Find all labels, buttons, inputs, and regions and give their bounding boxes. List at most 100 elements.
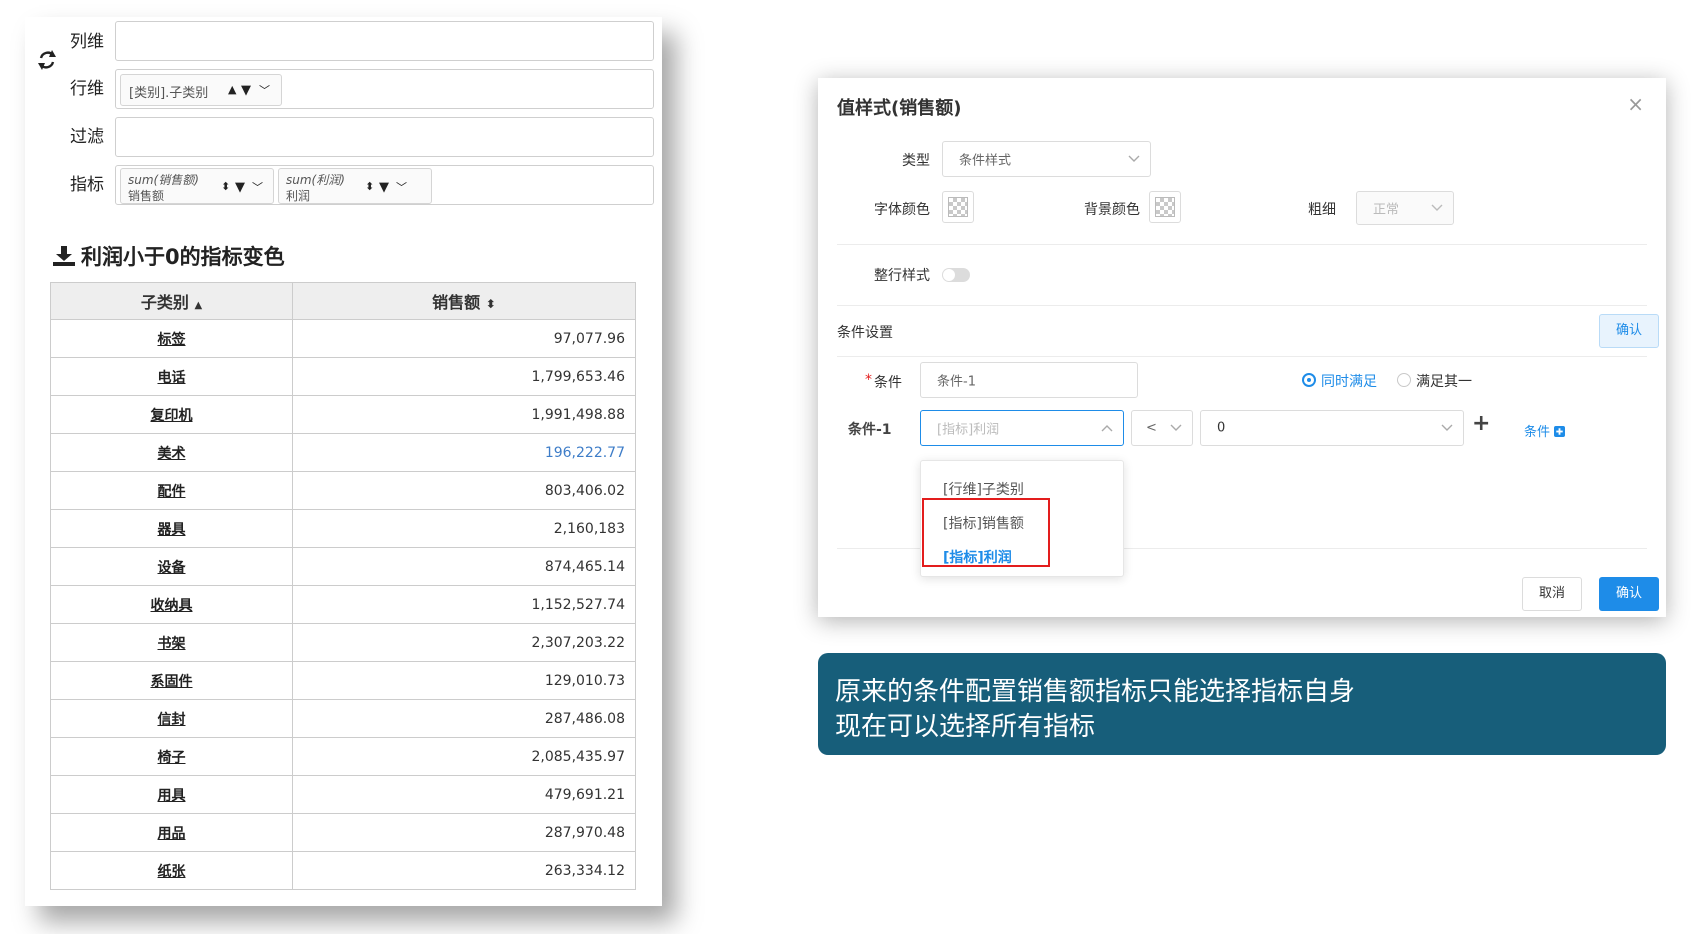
metric-tag-sales[interactable]: sum(销售额) 销售额 ⬍ ▼ ﹀ <box>120 168 274 204</box>
radio-any-match[interactable] <box>1397 373 1411 387</box>
transparent-swatch-icon <box>1155 197 1175 217</box>
sales-cell: 287,970.48 <box>292 813 636 852</box>
metric-tag-expr: sum(利润) <box>286 173 345 187</box>
row-style-toggle[interactable] <box>942 268 970 282</box>
dropdown-option[interactable]: [行维]子类别 <box>943 479 1024 499</box>
add-cond-link[interactable]: 条件 <box>1524 421 1566 440</box>
subcategory-cell[interactable]: 电话 <box>50 357 293 396</box>
filter-icon[interactable]: ▼ <box>379 180 389 195</box>
chevron-down-icon <box>1441 424 1453 431</box>
table-row: 纸张 263,334.12 <box>50 851 636 890</box>
subcategory-cell[interactable]: 信封 <box>50 699 293 738</box>
pivot-panel: 列维 行维 [类别].子类别 ▲ ▼ ﹀ 过滤 指标 sum(销售额) 销售额 … <box>25 17 662 906</box>
subcategory-cell[interactable]: 用具 <box>50 775 293 814</box>
subcategory-cell[interactable]: 用品 <box>50 813 293 852</box>
table-row: 电话 1,799,653.46 <box>50 357 636 396</box>
subcategory-cell[interactable]: 配件 <box>50 471 293 510</box>
download-icon[interactable] <box>53 246 75 266</box>
cond-label: 条件 <box>874 375 902 391</box>
metric-dropzone[interactable]: sum(销售额) 销售额 ⬍ ▼ ﹀ sum(利润) 利润 ⬍ ▼ ﹀ <box>115 165 654 205</box>
cond1-label: 条件-1 <box>848 422 892 438</box>
subcategory-cell[interactable]: 标签 <box>50 319 293 358</box>
column-header-sales[interactable]: 销售额 ⬍ <box>292 282 636 320</box>
value-style-dialog: 值样式(销售额) × 类型 条件样式 字体颜色 背景颜色 粗细 正常 整行样式 … <box>818 78 1666 617</box>
cond-name-value: 条件-1 <box>937 374 976 390</box>
radio-all-match-label[interactable]: 同时满足 <box>1321 371 1377 391</box>
chevron-down-icon[interactable]: ﹀ <box>252 179 263 195</box>
table-row: 系固件 129,010.73 <box>50 661 636 700</box>
subcategory-cell[interactable]: 美术 <box>50 433 293 472</box>
cond-name-input[interactable]: 条件-1 <box>920 362 1138 398</box>
sort-icon[interactable]: ⬍ <box>365 180 374 193</box>
type-select[interactable]: 条件样式 <box>942 141 1151 177</box>
radio-any-match-label[interactable]: 满足其一 <box>1416 371 1472 391</box>
table-row: 用品 287,970.48 <box>50 813 636 852</box>
subcategory-cell[interactable]: 器具 <box>50 509 293 548</box>
add-plus-icon[interactable]: + <box>1472 411 1490 436</box>
note-banner: 原来的条件配置销售额指标只能选择指标自身 现在可以选择所有指标 <box>818 653 1666 755</box>
confirm-button[interactable]: 确认 <box>1599 577 1659 611</box>
subcategory-cell[interactable]: 椅子 <box>50 737 293 776</box>
table-row: 配件 803,406.02 <box>50 471 636 510</box>
table-row: 标签 97,077.96 <box>50 319 636 358</box>
row-dim-tag[interactable]: [类别].子类别 ▲ ▼ ﹀ <box>120 74 282 106</box>
chevron-down-icon[interactable]: ﹀ <box>259 82 270 98</box>
cond-settings-label: 条件设置 <box>837 325 893 341</box>
data-table: 子类别 ▲ 销售额 ⬍ 标签 97,077.96 电话 1,799,653.46 复印机… <box>50 282 636 890</box>
divider <box>837 356 1647 357</box>
swap-icon[interactable] <box>36 49 58 71</box>
type-select-value: 条件样式 <box>959 153 1012 169</box>
cond-settings-confirm-button[interactable]: 确认 <box>1599 314 1659 348</box>
col-dim-dropzone[interactable] <box>115 21 654 61</box>
filter-icon[interactable]: ▼ <box>241 83 251 98</box>
filter-label: 过滤 <box>70 127 104 147</box>
required-mark: * <box>865 372 872 388</box>
chevron-down-icon <box>1128 155 1140 162</box>
table-body: 标签 97,077.96 电话 1,799,653.46 复印机 1,991,498.88… <box>50 319 636 890</box>
sales-cell: 1,991,498.88 <box>292 395 636 434</box>
sales-cell: 1,799,653.46 <box>292 357 636 396</box>
add-cond-link-text: 条件 <box>1524 425 1551 440</box>
weight-select[interactable]: 正常 <box>1356 191 1454 225</box>
row-dim-dropzone[interactable]: [类别].子类别 ▲ ▼ ﹀ <box>115 69 654 109</box>
sales-cell: 97,077.96 <box>292 319 636 358</box>
weight-select-value: 正常 <box>1373 202 1400 218</box>
chevron-down-icon[interactable]: ﹀ <box>396 179 407 195</box>
sort-icon[interactable]: ⬍ <box>221 180 230 193</box>
table-row: 设备 874,465.14 <box>50 547 636 586</box>
cond1-field-select[interactable]: [指标]利润 <box>920 410 1124 446</box>
sales-cell: 129,010.73 <box>292 661 636 700</box>
filter-icon[interactable]: ▼ <box>235 180 245 195</box>
sales-cell: 287,486.08 <box>292 699 636 738</box>
sales-cell: 2,307,203.22 <box>292 623 636 662</box>
column-header-subcategory[interactable]: 子类别 ▲ <box>50 282 293 320</box>
row-dim-label: 行维 <box>70 79 104 99</box>
sort-icon[interactable]: ⬍ <box>486 297 496 311</box>
close-icon[interactable]: × <box>1627 92 1644 116</box>
subcategory-cell[interactable]: 复印机 <box>50 395 293 434</box>
cond1-operator-select[interactable]: < <box>1131 410 1193 446</box>
font-color-picker[interactable] <box>942 191 974 223</box>
subcategory-cell[interactable]: 设备 <box>50 547 293 586</box>
chevron-up-icon <box>1101 425 1113 432</box>
subcategory-cell[interactable]: 系固件 <box>50 661 293 700</box>
font-color-label: 字体颜色 <box>874 202 930 218</box>
cancel-button[interactable]: 取消 <box>1522 577 1582 611</box>
bg-color-picker[interactable] <box>1149 191 1181 223</box>
chevron-down-icon <box>1170 424 1182 431</box>
bg-color-label: 背景颜色 <box>1084 202 1140 218</box>
table-row: 信封 287,486.08 <box>50 699 636 738</box>
cond1-value-select[interactable]: 0 <box>1200 410 1464 446</box>
sort-asc-icon[interactable]: ▲ <box>194 300 202 311</box>
table-row: 用具 479,691.21 <box>50 775 636 814</box>
radio-all-match[interactable] <box>1302 373 1316 387</box>
transparent-swatch-icon <box>948 197 968 217</box>
sort-asc-icon[interactable]: ▲ <box>228 83 236 96</box>
metric-tag-expr: sum(销售额) <box>128 173 199 187</box>
subcategory-cell[interactable]: 书架 <box>50 623 293 662</box>
filter-dropzone[interactable] <box>115 117 654 157</box>
metric-tag-profit[interactable]: sum(利润) 利润 ⬍ ▼ ﹀ <box>278 168 432 204</box>
subcategory-cell[interactable]: 纸张 <box>50 851 293 890</box>
subcategory-cell[interactable]: 收纳具 <box>50 585 293 624</box>
sales-cell: 874,465.14 <box>292 547 636 586</box>
